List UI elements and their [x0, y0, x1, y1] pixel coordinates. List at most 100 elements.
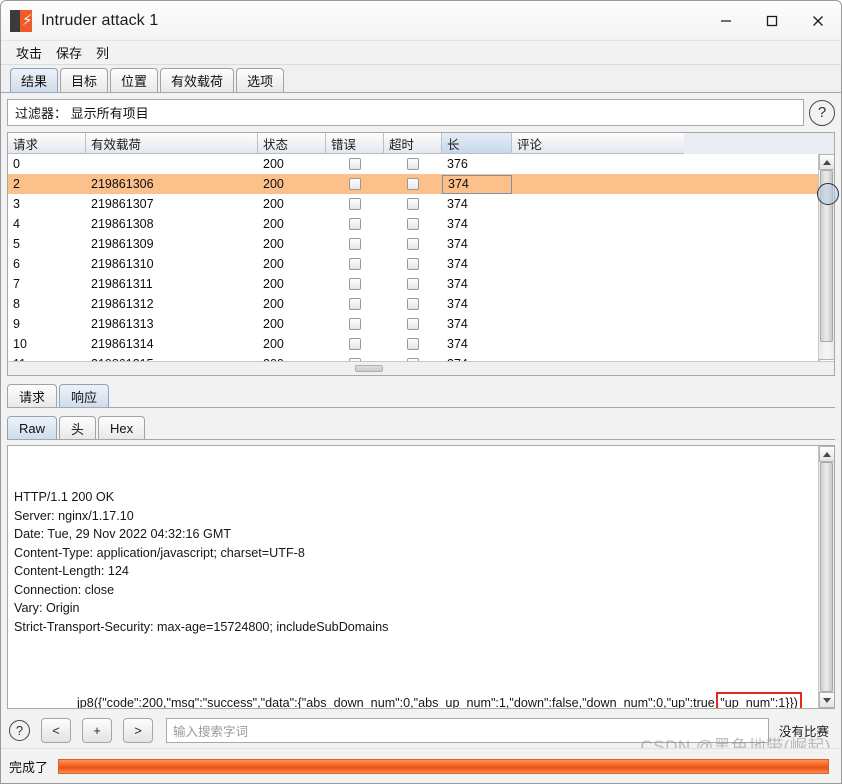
timeout-checkbox[interactable] [407, 338, 419, 350]
menu-item-columns[interactable]: 列 [89, 42, 116, 63]
timeout-checkbox[interactable] [407, 238, 419, 250]
cell-error[interactable] [326, 354, 384, 361]
error-checkbox[interactable] [349, 178, 361, 190]
cell-error[interactable] [326, 274, 384, 294]
search-add-button[interactable]: + [82, 717, 112, 743]
error-checkbox[interactable] [349, 158, 361, 170]
table-row[interactable]: 3 219861307 200 374 [8, 194, 834, 214]
error-checkbox[interactable] [349, 278, 361, 290]
tab-positions[interactable]: 位置 [110, 68, 159, 92]
table-row[interactable]: 2 219861306 200 374 [8, 174, 834, 194]
tab-options[interactable]: 选项 [236, 68, 285, 92]
column-header-length[interactable]: 长 [442, 133, 512, 154]
timeout-checkbox[interactable] [407, 198, 419, 210]
timeout-checkbox[interactable] [407, 258, 419, 270]
response-scroll-up-button[interactable] [818, 446, 834, 462]
cell-timeout[interactable] [384, 194, 442, 214]
scroll-up-button[interactable] [818, 154, 834, 170]
scroll-thumb[interactable] [820, 170, 833, 342]
table-row[interactable]: 11219861315200 374 [8, 354, 834, 361]
tab-target[interactable]: 目标 [60, 68, 109, 92]
timeout-checkbox[interactable] [407, 318, 419, 330]
error-checkbox[interactable] [349, 238, 361, 250]
intruder-attack-window: ⚡ Intruder attack 1 攻击 保存 列 结果 目标 位置 有效载… [0, 0, 842, 784]
results-horizontal-scrollbar[interactable] [8, 361, 834, 375]
results-vertical-scrollbar[interactable] [818, 154, 834, 375]
table-row[interactable]: 5 219861309 200 374 [8, 234, 834, 254]
timeout-checkbox[interactable] [407, 218, 419, 230]
error-checkbox[interactable] [349, 298, 361, 310]
column-header-payload[interactable]: 有效载荷 [86, 133, 258, 154]
cell-error[interactable] [326, 174, 384, 194]
response-body-line: __jp8({"code":200,"msg":"success","data"… [35, 673, 802, 708]
error-checkbox[interactable] [349, 198, 361, 210]
table-row[interactable]: 8 219861312 200 374 [8, 294, 834, 314]
column-header-request[interactable]: 请求 [8, 133, 86, 154]
error-checkbox[interactable] [349, 318, 361, 330]
response-scroll-thumb[interactable] [820, 462, 833, 692]
timeout-checkbox[interactable] [407, 178, 419, 190]
filter-bar[interactable]: 过滤器： 显示所有项目 [7, 99, 804, 126]
search-help-icon[interactable]: ? [9, 719, 30, 741]
cell-timeout[interactable] [384, 294, 442, 314]
hscroll-thumb[interactable] [354, 365, 383, 372]
table-row[interactable]: 4 219861308 200 374 [8, 214, 834, 234]
column-header-error[interactable]: 错误 [326, 133, 384, 154]
tab-response[interactable]: 响应 [59, 384, 110, 407]
tab-request[interactable]: 请求 [7, 384, 58, 407]
cell-error[interactable] [326, 194, 384, 214]
column-header-timeout[interactable]: 超时 [384, 133, 442, 154]
timeout-checkbox[interactable] [407, 278, 419, 290]
filter-help-icon[interactable]: ? [809, 99, 835, 126]
tab-results[interactable]: 结果 [10, 68, 59, 92]
status-bar: 完成了 [1, 748, 841, 783]
filter-label: 过滤器： 显示所有项目 [15, 106, 149, 121]
table-row[interactable]: 6 219861310 200 374 [8, 254, 834, 274]
tab-payloads[interactable]: 有效载荷 [160, 68, 235, 92]
cell-error[interactable] [326, 294, 384, 314]
error-checkbox[interactable] [349, 218, 361, 230]
response-vertical-scrollbar[interactable] [818, 446, 834, 708]
timeout-checkbox[interactable] [407, 298, 419, 310]
tab-headers[interactable]: 头 [59, 416, 97, 439]
tab-raw[interactable]: Raw [7, 416, 58, 439]
timeout-checkbox[interactable] [407, 158, 419, 170]
minimize-icon[interactable] [703, 1, 749, 41]
column-header-status[interactable]: 状态 [258, 133, 326, 154]
maximize-icon[interactable] [749, 1, 795, 41]
response-scroll-track[interactable] [819, 462, 834, 692]
table-row[interactable]: 9 219861313 200 374 [8, 314, 834, 334]
cell-request: 2 [13, 177, 20, 191]
cell-timeout[interactable] [384, 214, 442, 234]
menu-item-attack[interactable]: 攻击 [9, 42, 49, 63]
menu-item-save[interactable]: 保存 [49, 42, 89, 63]
cell-timeout[interactable] [384, 354, 442, 361]
cell-timeout[interactable] [384, 254, 442, 274]
cell-timeout[interactable] [384, 334, 442, 354]
cell-error[interactable] [326, 334, 384, 354]
scroll-track[interactable] [819, 170, 834, 359]
close-icon[interactable] [795, 1, 841, 41]
search-input[interactable]: 输入搜索字词 [166, 717, 769, 743]
cell-error[interactable] [326, 214, 384, 234]
table-row[interactable]: 10 219861314 200 374 [8, 334, 834, 354]
cell-timeout[interactable] [384, 274, 442, 294]
cell-timeout[interactable] [384, 314, 442, 334]
response-scroll-down-button[interactable] [818, 692, 834, 708]
cell-timeout[interactable] [384, 174, 442, 194]
response-viewer[interactable]: HTTP/1.1 200 OK Server: nginx/1.17.10 Date… [7, 445, 835, 709]
cell-timeout[interactable] [384, 234, 442, 254]
error-checkbox[interactable] [349, 338, 361, 350]
table-row[interactable]: 7 219861311 200 374 [8, 274, 834, 294]
table-row[interactable]: 0 200 376 [8, 154, 834, 174]
tab-hex[interactable]: Hex [98, 416, 146, 439]
cell-error[interactable] [326, 234, 384, 254]
cell-error[interactable] [326, 314, 384, 334]
cell-error[interactable] [326, 154, 384, 174]
cell-error[interactable] [326, 254, 384, 274]
cell-timeout[interactable] [384, 154, 442, 174]
search-prev-button[interactable]: < [41, 717, 71, 743]
error-checkbox[interactable] [349, 258, 361, 270]
column-header-comment[interactable]: 评论 [512, 133, 684, 154]
search-next-button[interactable]: > [123, 717, 153, 743]
